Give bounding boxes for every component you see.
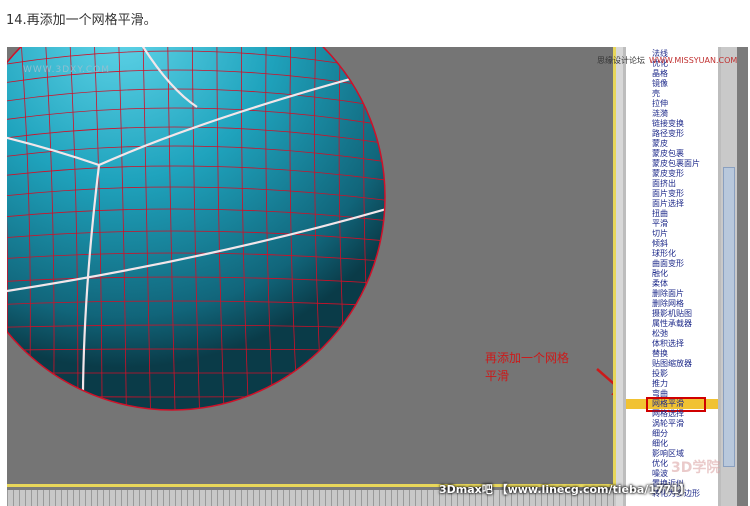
modifier-list-item[interactable]: 贴图缩放器 (626, 359, 718, 369)
modifier-list-item[interactable]: 网格平滑 (626, 399, 718, 409)
modifier-list-item[interactable]: 镜像 (626, 79, 718, 89)
annotation-line-1: 再添加一个网格 (485, 351, 570, 365)
corner-logo: 3D学院 (671, 460, 721, 476)
forum-watermark-url: WWW.MISSYUAN.COM (649, 56, 738, 65)
modifier-list-item[interactable]: 涟漪 (626, 109, 718, 119)
modifier-list-item[interactable]: 拉伸 (626, 99, 718, 109)
modifier-list-item[interactable]: 替换 (626, 349, 718, 359)
modifier-list-item[interactable]: 平滑 (626, 219, 718, 229)
modifier-list-item[interactable]: 蒙皮 (626, 139, 718, 149)
modifier-list-item[interactable]: 蒙皮包裹 (626, 149, 718, 159)
modifier-list-item[interactable]: 链接变换 (626, 119, 718, 129)
max-screenshot: WWW.3DXY.COM 再添加一个网格 平滑 法线 优化 晶格 镜像壳拉伸 涟漪 链接变… (7, 47, 748, 506)
command-panel: 法线 优化 晶格 镜像壳拉伸 涟漪 链接变换 路径变形 蒙皮 蒙皮包裹 蒙皮包裹面片 蒙皮变形 面挤出… (623, 47, 737, 506)
modifier-list-item[interactable]: 弯曲 (626, 389, 718, 399)
modifier-list-item[interactable]: 路径变形 (626, 129, 718, 139)
modifier-list-item[interactable]: 融化 (626, 269, 718, 279)
annotation-text: 再添加一个网格 平滑 (485, 349, 615, 385)
modifier-list-item[interactable]: 蒙皮包裹面片 (626, 159, 718, 169)
panel-separator (616, 47, 623, 506)
modifier-list[interactable]: 法线 优化 晶格 镜像壳拉伸 涟漪 链接变换 路径变形 蒙皮 蒙皮包裹 蒙皮包裹面片 蒙皮变形 面挤出… (626, 47, 718, 506)
modifier-list-item[interactable]: 细分 (626, 429, 718, 439)
modifier-list-scrollbar[interactable] (721, 47, 737, 506)
modifier-list-item[interactable]: 扭曲 (626, 209, 718, 219)
viewport-watermark: WWW.3DXY.COM (23, 65, 111, 75)
modifier-list-item[interactable]: 面片选择 (626, 199, 718, 209)
step-heading: 14.再添加一个网格平滑。 (6, 13, 157, 28)
forum-watermark: 思缘设计论坛 WWW.MISSYUAN.COM (597, 55, 747, 66)
modifier-list-item[interactable]: 摄影机贴图 (626, 309, 718, 319)
modifier-list-item[interactable]: 涡轮平滑 (626, 419, 718, 429)
modifier-list-item[interactable]: 投影 (626, 369, 718, 379)
modifier-list-item[interactable]: 蒙皮变形 (626, 169, 718, 179)
modifier-list-item[interactable]: 晶格 (626, 69, 718, 79)
modifier-list-item[interactable]: 属性承载器 (626, 319, 718, 329)
perspective-viewport[interactable]: WWW.3DXY.COM 再添加一个网格 平滑 (7, 47, 615, 487)
sphere-render (7, 47, 386, 411)
modifier-list-item[interactable]: 面片变形 (626, 189, 718, 199)
scrollbar-thumb[interactable] (723, 167, 735, 467)
modifier-list-item[interactable]: 网格选择 (626, 409, 718, 419)
modifier-list-item[interactable]: 删除网格 (626, 299, 718, 309)
modifier-list-item[interactable]: 删除面片 (626, 289, 718, 299)
modifier-list-item[interactable]: 松弛 (626, 329, 718, 339)
forum-watermark-site: 思缘设计论坛 (597, 56, 645, 65)
annotation-line-2: 平滑 (485, 369, 510, 383)
bottom-watermark: 3Dmax吧 【www.linecg.com/tieba/1771】 (439, 483, 690, 496)
modifier-list-item[interactable]: 体积选择 (626, 339, 718, 349)
modifier-list-item[interactable]: 切片 (626, 229, 718, 239)
sphere-body (7, 47, 385, 410)
modifier-list-item[interactable]: 推力 (626, 379, 718, 389)
modifier-list-item[interactable]: 倾斜 (626, 239, 718, 249)
modifier-list-item[interactable]: 细化 (626, 439, 718, 449)
modifier-list-item[interactable]: 柔体 (626, 279, 718, 289)
modifier-list-item[interactable]: 曲面变形 (626, 259, 718, 269)
modifier-list-item[interactable]: 壳 (626, 89, 718, 99)
modifier-list-item[interactable]: 球形化 (626, 249, 718, 259)
modifier-list-item[interactable]: 面挤出 (626, 179, 718, 189)
